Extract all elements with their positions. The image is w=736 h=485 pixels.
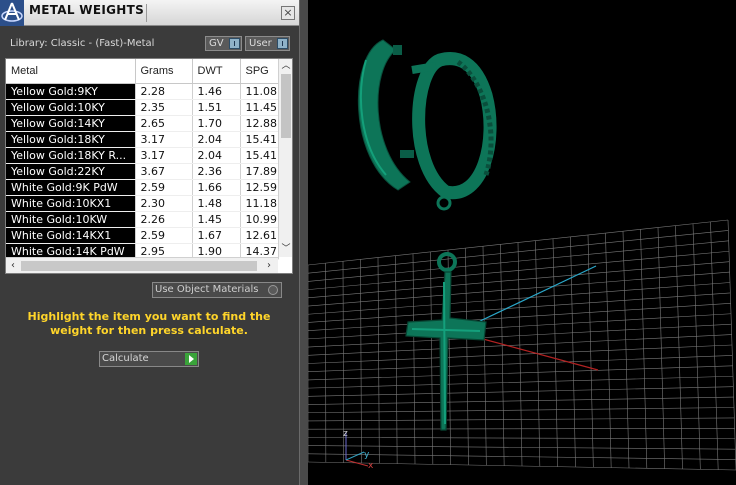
cell-metal: Yellow Gold:22KY	[6, 163, 136, 180]
gv-toggle[interactable]: GV	[205, 36, 242, 51]
radio-button-icon[interactable]	[268, 285, 278, 295]
cell-spg: 15.41	[240, 147, 279, 164]
cell-dwt: 1.66	[192, 179, 241, 196]
cross-pendant-model[interactable]	[405, 252, 487, 431]
calculate-button-label: Calculate	[102, 353, 149, 364]
app-logo-icon	[0, 0, 24, 26]
cell-grams: 2.59	[135, 179, 193, 196]
panel-title: METAL WEIGHTS	[29, 3, 145, 17]
table-row[interactable]: White Gold:10KW 2.26 1.45 10.99	[6, 211, 279, 228]
cell-spg: 12.59	[240, 179, 279, 196]
cell-dwt: 1.45	[192, 211, 241, 228]
cell-dwt: 1.48	[192, 195, 241, 212]
table-row[interactable]: Yellow Gold:10KY 2.35 1.51 11.45	[6, 99, 279, 116]
table-horizontal-scrollbar[interactable]: ‹ ›	[6, 257, 278, 273]
cell-grams: 2.35	[135, 99, 193, 116]
cell-dwt: 2.04	[192, 147, 241, 164]
library-label: Library: Classic - (Fast)-Metal	[10, 38, 155, 49]
table-row[interactable]: Yellow Gold:18KY 3.17 2.04 15.41	[6, 131, 279, 148]
cell-grams: 2.28	[135, 83, 193, 100]
cell-metal: White Gold:10KX1	[6, 195, 136, 212]
cell-spg: 11.08	[240, 83, 279, 100]
title-separator	[146, 4, 147, 22]
vertical-scroll-thumb[interactable]	[281, 74, 291, 138]
column-header-metal[interactable]: Metal	[6, 59, 136, 84]
table-row[interactable]: Yellow Gold:9KY 2.28 1.46 11.08	[6, 83, 279, 100]
cell-spg: 12.61	[240, 227, 279, 244]
axis-y-label: y	[364, 450, 370, 460]
table-row[interactable]: White Gold:14KX1 2.59 1.67 12.61	[6, 227, 279, 244]
cell-metal: Yellow Gold:14KY	[6, 115, 136, 132]
cell-spg: 17.89	[240, 163, 279, 180]
scroll-up-icon[interactable]: ︿	[281, 61, 291, 71]
use-object-materials-label: Use Object Materials	[155, 284, 259, 295]
scroll-left-icon[interactable]: ‹	[8, 260, 18, 271]
column-header-dwt[interactable]: DWT	[192, 59, 241, 84]
scroll-down-icon[interactable]: ﹀	[281, 244, 291, 254]
user-toggle-label: User	[249, 38, 272, 49]
calculate-button[interactable]: Calculate	[99, 351, 199, 367]
scroll-right-icon[interactable]: ›	[264, 260, 274, 271]
3d-viewport[interactable]: z y x	[308, 0, 736, 485]
earring-model[interactable]	[357, 39, 497, 211]
panel-titlebar: METAL WEIGHTS ×	[0, 0, 299, 26]
cell-grams: 2.30	[135, 195, 193, 212]
table-row[interactable]: White Gold:10KX1 2.30 1.48 11.18	[6, 195, 279, 212]
table-row[interactable]: Yellow Gold:14KY 2.65 1.70 12.88	[6, 115, 279, 132]
cell-dwt: 2.36	[192, 163, 241, 180]
cell-spg: 10.99	[240, 211, 279, 228]
table-body: Yellow Gold:9KY 2.28 1.46 11.08 Yellow Gold:…	[6, 83, 279, 260]
cell-dwt: 1.70	[192, 115, 241, 132]
toggle-switch-icon	[277, 38, 288, 49]
cell-spg: 12.88	[240, 115, 279, 132]
cell-grams: 3.67	[135, 163, 193, 180]
use-object-materials-option[interactable]: Use Object Materials	[152, 282, 282, 298]
cell-dwt: 1.51	[192, 99, 241, 116]
column-header-spg[interactable]: SPG	[240, 59, 279, 84]
table-row[interactable]: Yellow Gold:18KY R... 3.17 2.04 15.41	[6, 147, 279, 164]
panel-splitter[interactable]	[299, 0, 308, 485]
cell-spg: 11.18	[240, 195, 279, 212]
metal-weights-table[interactable]: Metal Grams DWT SPG Yellow Gold:9KY 2.28 1…	[5, 58, 293, 274]
toggle-switch-icon	[229, 38, 240, 49]
cell-metal: Yellow Gold:10KY	[6, 99, 136, 116]
gv-toggle-label: GV	[209, 38, 224, 49]
axis-gizmo	[345, 432, 369, 467]
cell-grams: 2.65	[135, 115, 193, 132]
axis-x-label: x	[368, 461, 374, 471]
play-arrow-icon	[185, 353, 197, 365]
cell-spg: 15.41	[240, 131, 279, 148]
cell-metal: Yellow Gold:18KY R...	[6, 147, 136, 164]
table-vertical-scrollbar[interactable]: ︿ ﹀	[278, 59, 292, 257]
cell-dwt: 2.04	[192, 131, 241, 148]
cell-metal: White Gold:10KW	[6, 211, 136, 228]
table-header-row: Metal Grams DWT SPG	[6, 59, 279, 84]
cell-grams: 3.17	[135, 147, 193, 164]
cell-metal: White Gold:14KX1	[6, 227, 136, 244]
horizontal-scroll-thumb[interactable]	[21, 261, 257, 271]
cell-metal: White Gold:9K PdW	[6, 179, 136, 196]
cell-spg: 11.45	[240, 99, 279, 116]
metal-weights-panel: METAL WEIGHTS × Library: Classic - (Fast…	[0, 0, 299, 485]
viewport-scene: z y x	[308, 39, 736, 471]
table-row[interactable]: White Gold:9K PdW 2.59 1.66 12.59	[6, 179, 279, 196]
cell-dwt: 1.46	[192, 83, 241, 100]
cell-grams: 2.59	[135, 227, 193, 244]
axis-z-label: z	[343, 429, 348, 439]
cell-grams: 2.26	[135, 211, 193, 228]
perspective-grid	[308, 219, 736, 471]
cell-metal: Yellow Gold:18KY	[6, 131, 136, 148]
user-toggle[interactable]: User	[245, 36, 290, 51]
cell-dwt: 1.67	[192, 227, 241, 244]
cell-metal: Yellow Gold:9KY	[6, 83, 136, 100]
instruction-text: Highlight the item you want to find the …	[27, 310, 271, 337]
cell-grams: 3.17	[135, 131, 193, 148]
table-row[interactable]: Yellow Gold:22KY 3.67 2.36 17.89	[6, 163, 279, 180]
column-header-grams[interactable]: Grams	[135, 59, 193, 84]
close-button[interactable]: ×	[281, 6, 295, 20]
